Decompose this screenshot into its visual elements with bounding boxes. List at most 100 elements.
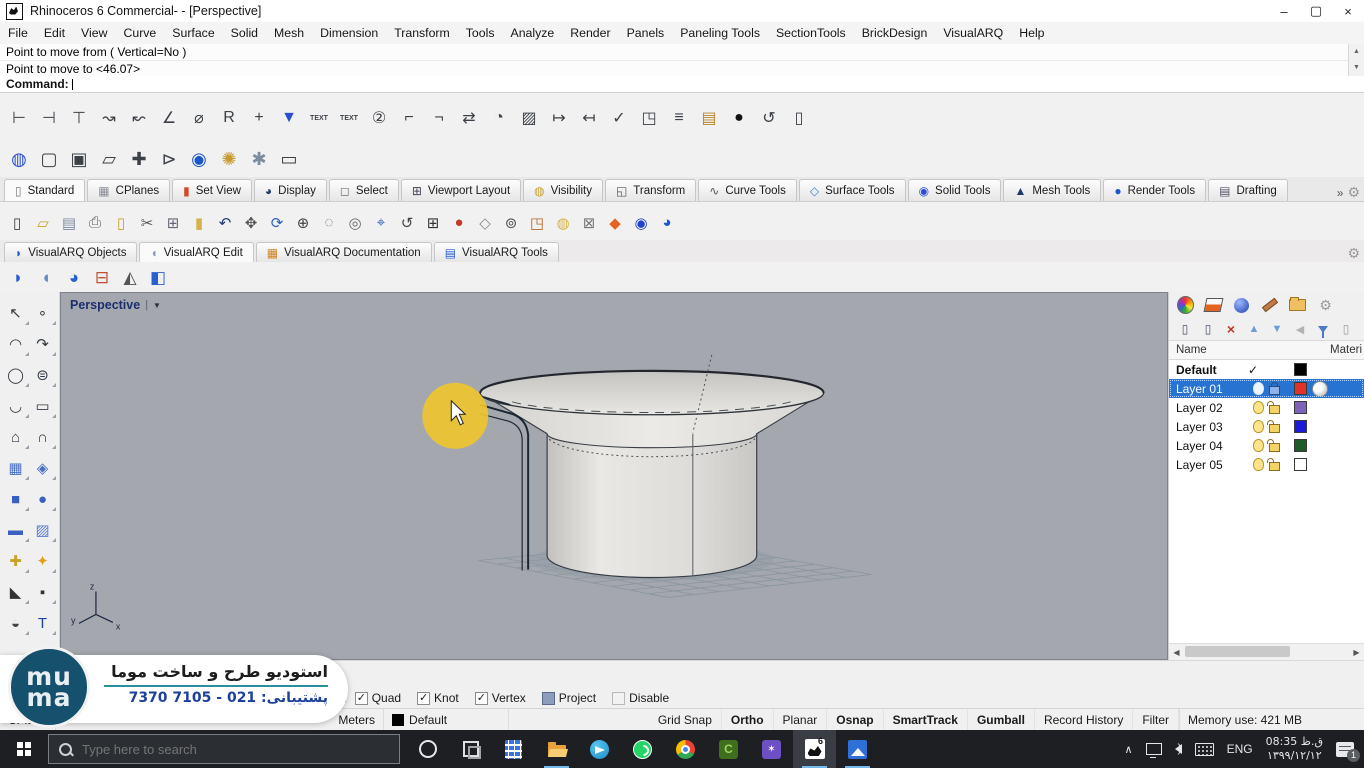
toolbar-icon[interactable]: ▣ [64,145,94,173]
perspective-viewport[interactable]: Perspective | ▼ [60,292,1168,660]
layer-on-bulb-icon[interactable] [1253,401,1264,414]
viewport-canvas[interactable]: z y x [61,293,1167,660]
toolbar-icon[interactable]: ⊚ [498,211,524,235]
toolbar-icon[interactable]: ◍ [4,145,34,173]
toolbar-icon[interactable]: ◳ [634,104,664,132]
checkbox-icon[interactable] [417,692,430,705]
filter-icon[interactable] [1315,321,1331,337]
toolbar-icon[interactable]: TEXT [304,104,334,132]
toolbar-icon[interactable]: ▱ [30,211,56,235]
layer-lock-icon[interactable] [1269,405,1280,414]
status-toggle[interactable]: Filter [1133,709,1179,730]
language-indicator[interactable]: ENG [1227,742,1253,756]
toolbar-tab[interactable]: ▲ Mesh Tools [1003,179,1101,201]
toolbar-icon[interactable]: ↜ [124,104,154,132]
layers-horizontal-scrollbar[interactable]: ◀ ▶ [1169,643,1364,660]
toolbar-icon[interactable]: ▱ [94,145,124,173]
sidebar-tool-icon[interactable]: ◒ [3,610,29,636]
scroll-down-icon[interactable]: ▼ [1349,60,1364,76]
layer-color-swatch[interactable] [1294,363,1307,376]
menu-item[interactable]: Render [562,26,618,40]
taskbar-app[interactable] [836,730,879,768]
checkbox-icon[interactable] [355,692,368,705]
chevron-down-icon[interactable]: ▼ [153,301,161,310]
materials-panel-icon[interactable] [1261,297,1278,314]
sidebar-tool-icon[interactable]: ⌂ [3,424,29,450]
sidebar-tool-icon[interactable]: ∘ [30,300,56,326]
volume-icon[interactable] [1175,744,1182,754]
osnap-checkbox[interactable]: Vertex [475,691,526,705]
layer-row[interactable]: Layer 01 [1169,379,1364,398]
network-icon[interactable] [1146,743,1162,755]
taskbar-app[interactable]: 6 [793,730,836,768]
toolbar-icon[interactable]: ↝ [94,104,124,132]
status-toggle[interactable]: Osnap [827,709,883,730]
keyboard-icon[interactable] [1195,743,1214,756]
toolbar-icon[interactable]: ▤ [694,104,724,132]
sidebar-tool-icon[interactable]: T [30,610,56,636]
scroll-up-icon[interactable]: ▲ [1349,44,1364,60]
toolbar-tab[interactable]: ⊞ Viewport Layout [401,179,521,201]
toolbar-icon[interactable]: ⊞ [160,211,186,235]
toolbar-icon[interactable]: ↤ [574,104,604,132]
layer-on-bulb-icon[interactable] [1253,420,1264,433]
sidebar-tool-icon[interactable]: ▪ [30,579,56,605]
toolbar-tab[interactable]: ◍ Visibility [523,179,603,201]
toolbar-icon[interactable]: ◆ [602,211,628,235]
profile-curve[interactable] [480,405,528,570]
toolbar-icon[interactable]: R [214,104,244,132]
taskbar-app[interactable] [492,730,535,768]
layer-color-swatch[interactable] [1294,420,1307,433]
toolbar-icon[interactable]: ⊕ [290,211,316,235]
layer-color-swatch[interactable] [1294,458,1307,471]
layer-on-bulb-icon[interactable] [1253,458,1264,471]
taskbar-app[interactable]: ✶ [750,730,793,768]
toolbar-icon[interactable]: ✥ [238,211,264,235]
taskbar-app[interactable] [664,730,707,768]
libraries-panel-icon[interactable] [1289,297,1306,314]
toolbar-icon[interactable]: ↦ [544,104,574,132]
sidebar-tool-icon[interactable]: ▬ [3,517,29,543]
toolbar-icon[interactable]: ▨ [514,104,544,132]
toolbar-icon[interactable]: ¬ [424,104,454,132]
start-button[interactable] [0,730,48,768]
toolbar-icon[interactable]: ⌐ [394,104,424,132]
taskbar-app[interactable] [621,730,664,768]
status-toggle[interactable]: Grid Snap [649,709,722,730]
taskbar-app[interactable] [578,730,621,768]
layer-row[interactable]: Layer 03 [1169,417,1364,436]
clock[interactable]: 08:35 ق.ظ ۱۳۹۹/۱۲/۱۲ [1266,735,1323,763]
display-panel-icon[interactable] [1177,297,1194,314]
layer-material-preview[interactable] [1312,381,1328,397]
render-panel-icon[interactable] [1233,297,1250,314]
menu-item[interactable]: View [73,26,115,40]
toolbar-icon[interactable]: ↺ [754,104,784,132]
toolbar-icon[interactable]: ✺ [214,145,244,173]
visualarq-tab[interactable]: ◗ VisualARQ Objects [4,242,137,262]
menu-item[interactable]: Help [1011,26,1052,40]
unnest-layer-icon[interactable]: ◀ [1292,321,1308,337]
taskbar-app[interactable] [449,730,492,768]
toolbar-icon[interactable]: ◳ [524,211,550,235]
sidebar-tool-icon[interactable]: ▭ [30,393,56,419]
maximize-button[interactable]: ▢ [1300,0,1332,22]
layers-panel-icon[interactable] [1205,297,1222,314]
toolbar-icon[interactable]: ⊢ [4,104,34,132]
toolbar-icon[interactable]: ◍ [550,211,576,235]
toolbar-tab[interactable]: ◱ Transform [605,179,696,201]
toolbar-icon[interactable]: ↶ [212,211,238,235]
layer-name[interactable]: Layer 05 [1176,458,1248,472]
toolbar-tab[interactable]: ◉ Solid Tools [908,179,1002,201]
visualarq-tab[interactable]: ▤ VisualARQ Tools [434,242,559,262]
toolbar-icon[interactable]: ◧ [144,265,172,291]
toolbar-icon[interactable]: ◕ [60,265,88,291]
layer-lock-icon[interactable] [1269,462,1280,471]
move-layer-up-icon[interactable]: ▲ [1246,321,1262,337]
profile-curve-inner[interactable] [480,414,522,571]
toolbar-icon[interactable]: ◭ [116,265,144,291]
command-scrollbar[interactable]: ▲ ▼ [1348,44,1364,76]
toolbar-tab[interactable]: ▯ Standard [4,179,85,201]
menu-item[interactable]: Transform [386,26,458,40]
sidebar-tool-icon[interactable]: ◈ [30,455,56,481]
taskbar-app[interactable]: C [707,730,750,768]
